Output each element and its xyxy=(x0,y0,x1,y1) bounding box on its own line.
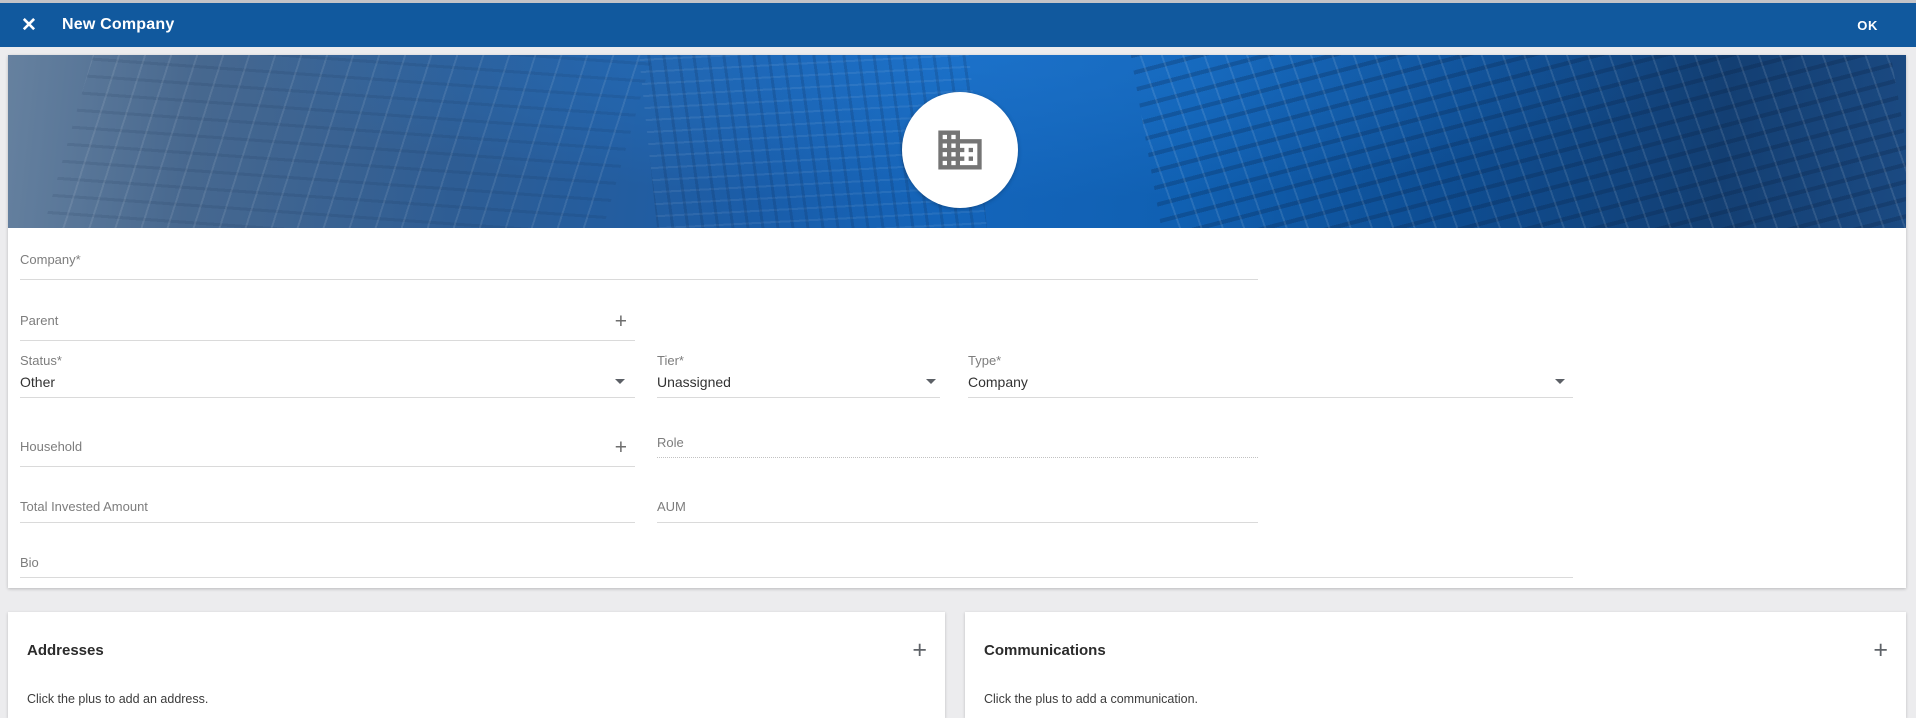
close-icon[interactable]: ✕ xyxy=(13,3,45,47)
aum-label: AUM xyxy=(657,499,686,514)
tier-value: Unassigned xyxy=(657,374,731,390)
company-input[interactable]: Company* xyxy=(20,252,1258,282)
type-select[interactable]: Type* Company xyxy=(968,353,1573,399)
status-underline xyxy=(20,397,635,398)
company-label: Company* xyxy=(20,252,81,267)
add-address-icon[interactable]: + xyxy=(912,638,927,663)
type-underline xyxy=(968,397,1573,398)
aum-underline xyxy=(657,522,1258,523)
type-value: Company xyxy=(968,374,1028,390)
company-form-card: Company* Parent + Status* Other Tier* Un… xyxy=(8,55,1906,588)
tier-underline xyxy=(657,397,940,398)
page-title: New Company xyxy=(62,3,174,47)
parent-underline xyxy=(20,340,635,341)
addresses-card: Addresses + Click the plus to add an add… xyxy=(8,612,945,718)
addresses-hint: Click the plus to add an address. xyxy=(27,692,208,706)
communications-card: Communications + Click the plus to add a… xyxy=(965,612,1906,718)
bio-underline xyxy=(20,577,1573,578)
total-invested-amount-input[interactable]: Total Invested Amount xyxy=(20,499,635,529)
household-underline xyxy=(20,466,635,467)
type-label: Type* xyxy=(968,353,1001,368)
total-invested-amount-label: Total Invested Amount xyxy=(20,499,148,514)
communications-title: Communications xyxy=(984,642,1106,659)
household-input[interactable]: Household + xyxy=(20,439,635,469)
addresses-title: Addresses xyxy=(27,642,104,659)
company-banner xyxy=(8,55,1906,228)
role-label: Role xyxy=(657,435,684,450)
bio-input[interactable]: Bio xyxy=(20,555,1573,585)
company-avatar[interactable] xyxy=(902,92,1018,208)
tier-label: Tier* xyxy=(657,353,684,368)
banner-building-texture xyxy=(1127,55,1906,228)
tier-dropdown-arrow-icon[interactable] xyxy=(926,379,936,384)
type-dropdown-arrow-icon[interactable] xyxy=(1555,379,1565,384)
parent-input[interactable]: Parent + xyxy=(20,313,635,343)
total-invested-amount-underline xyxy=(20,522,635,523)
add-household-icon[interactable]: + xyxy=(615,437,627,458)
company-underline xyxy=(20,279,1258,280)
communications-hint: Click the plus to add a communication. xyxy=(984,692,1198,706)
add-communication-icon[interactable]: + xyxy=(1873,638,1888,663)
bio-label: Bio xyxy=(20,555,39,570)
status-select[interactable]: Status* Other xyxy=(20,353,635,399)
household-label: Household xyxy=(20,439,82,454)
status-label: Status* xyxy=(20,353,62,368)
parent-label: Parent xyxy=(20,313,58,328)
role-input: Role xyxy=(657,435,1258,461)
building-icon xyxy=(934,124,986,176)
status-dropdown-arrow-icon[interactable] xyxy=(615,379,625,384)
banner-building-texture xyxy=(37,55,658,228)
aum-input[interactable]: AUM xyxy=(657,499,1258,529)
tier-select[interactable]: Tier* Unassigned xyxy=(657,353,940,399)
role-underline xyxy=(657,457,1258,458)
dialog-header: ✕ New Company OK xyxy=(0,3,1916,47)
ok-button[interactable]: OK xyxy=(1849,3,1886,47)
status-value: Other xyxy=(20,374,55,390)
add-parent-icon[interactable]: + xyxy=(615,311,627,332)
